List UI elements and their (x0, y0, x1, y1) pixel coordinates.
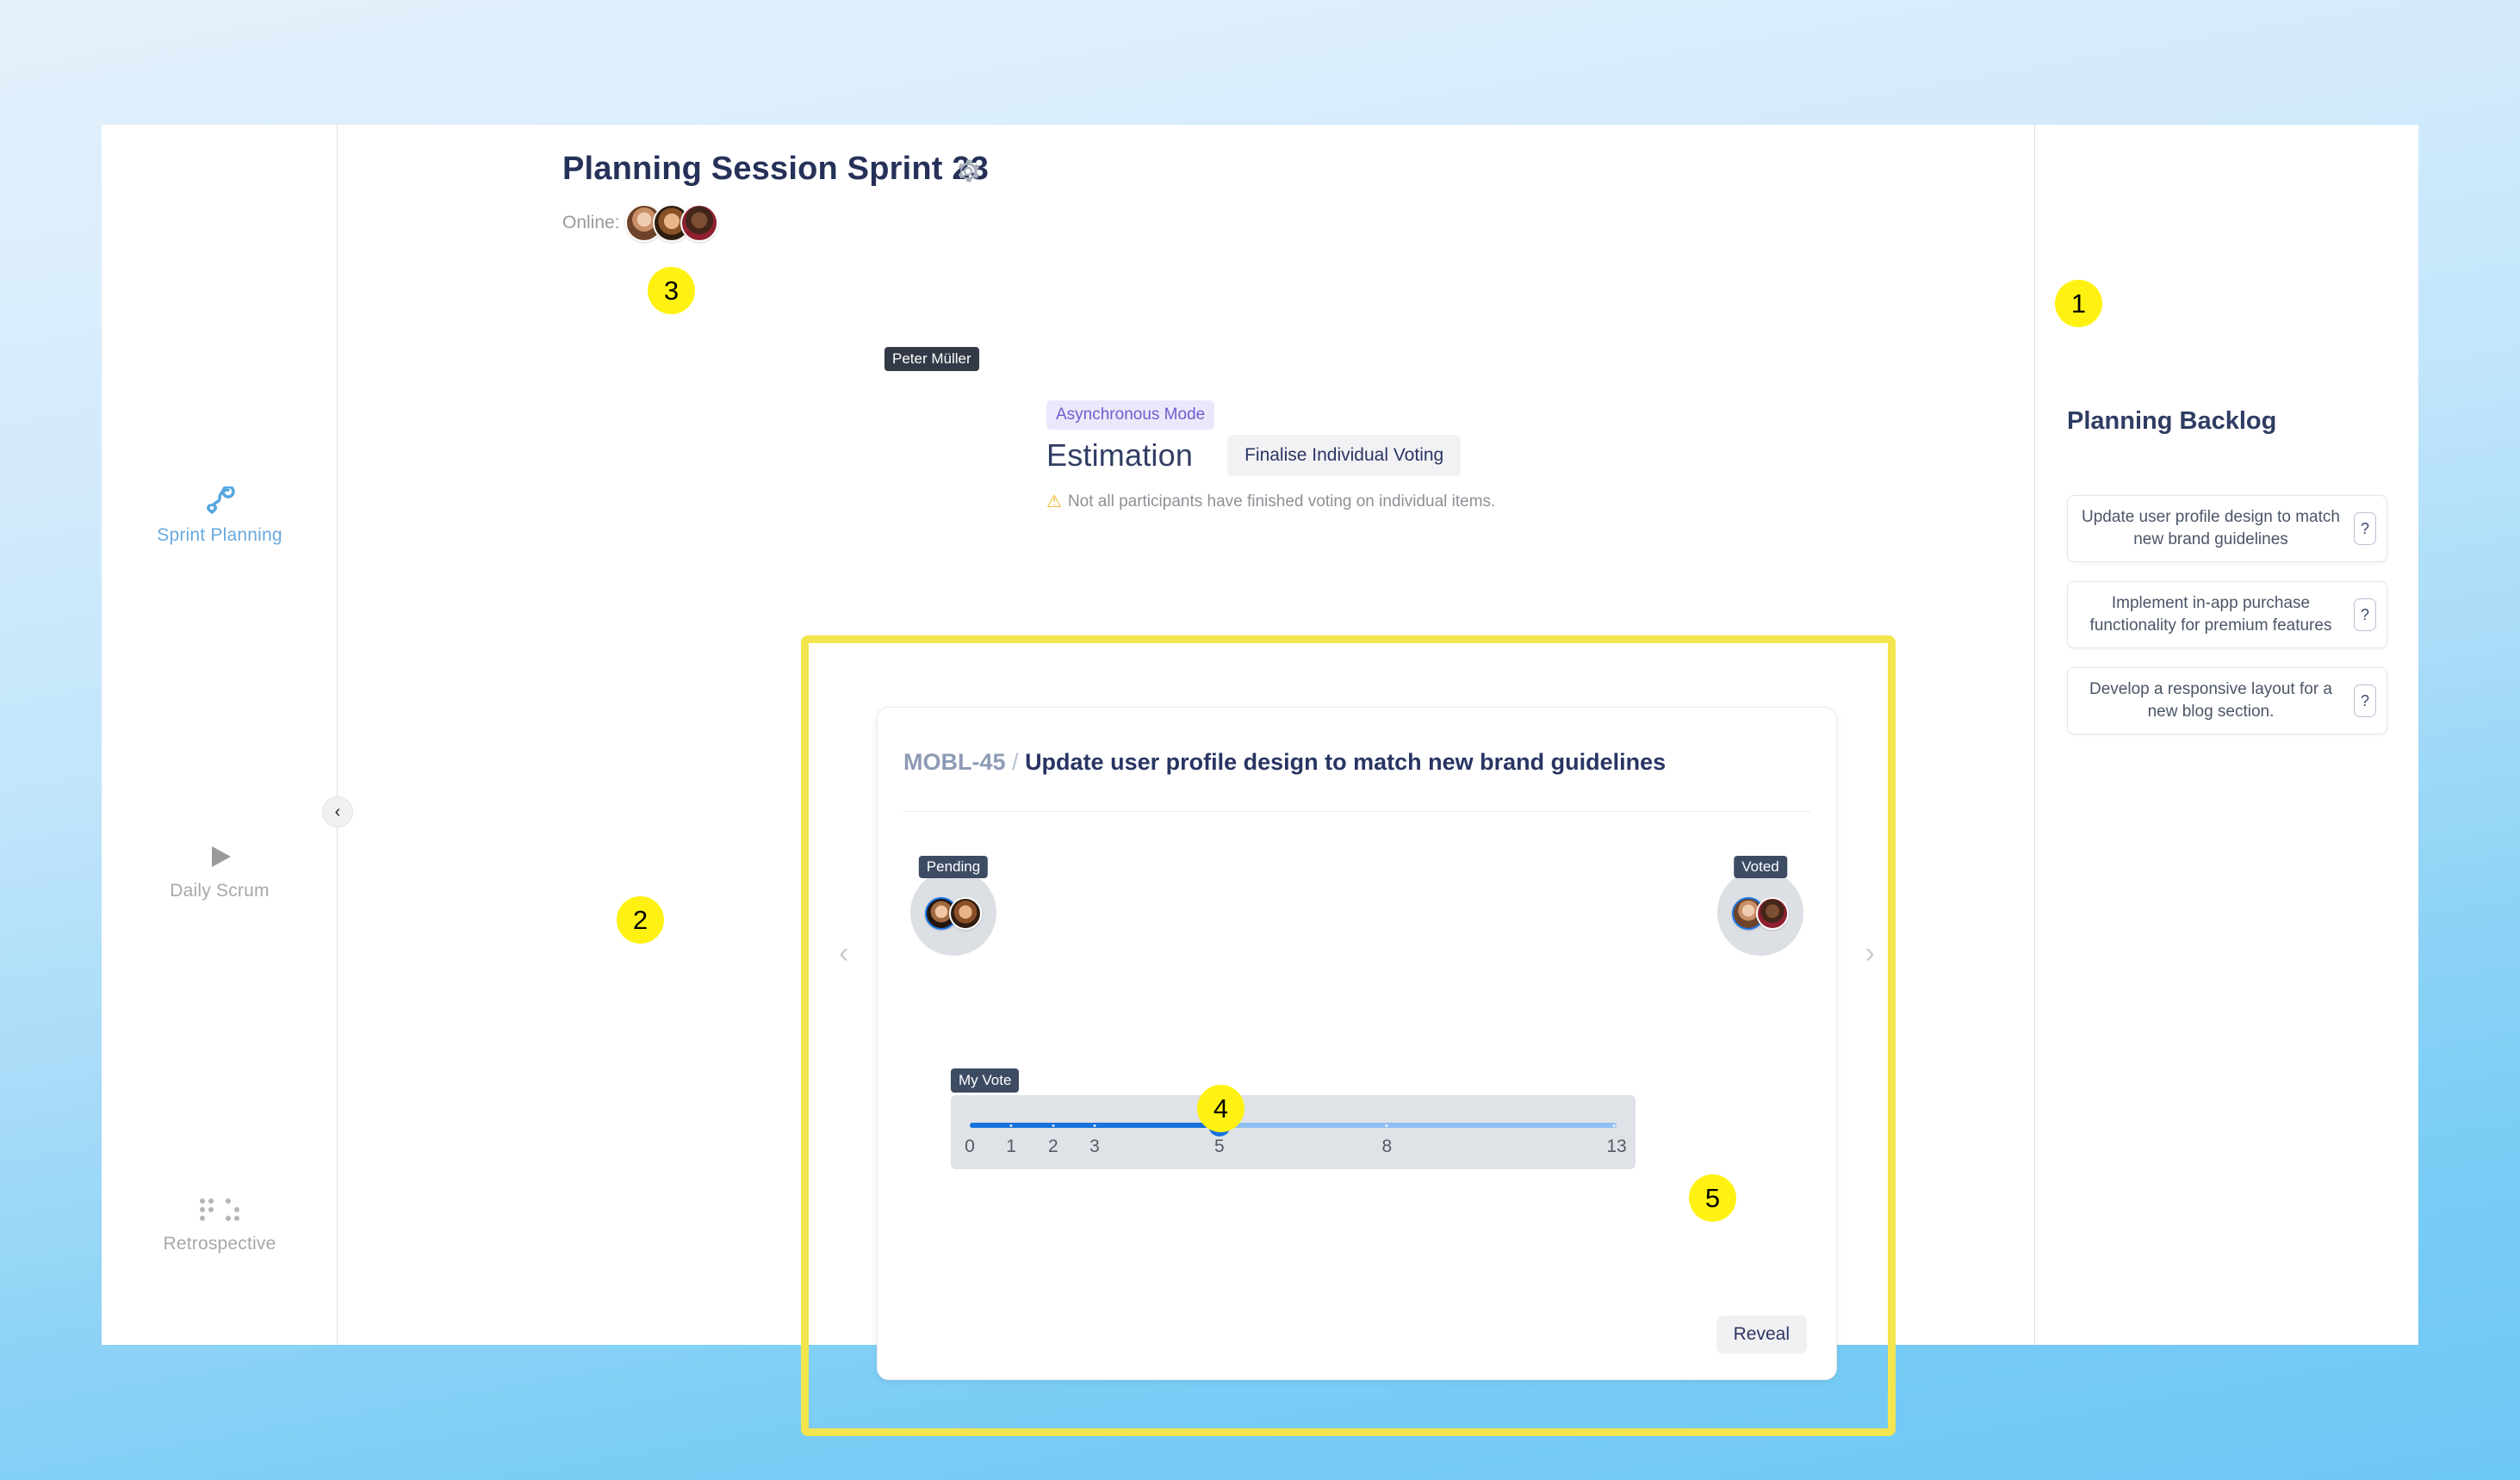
story-title: Update user profile design to match new … (1025, 749, 1666, 775)
vote-groups: Pending Voted (878, 845, 1836, 1043)
backlog-item-text: Develop a responsive layout for a new bl… (2082, 678, 2340, 722)
annotation-badge-4: 4 (1197, 1085, 1244, 1132)
my-vote-tag: My Vote (951, 1068, 1019, 1093)
estimation-header: Estimation Finalise Individual Voting (1046, 435, 1461, 476)
estimation-story-card: MOBL-45 / Update user profile design to … (877, 707, 1837, 1380)
sidebar-item-label: Daily Scrum (170, 881, 269, 901)
voted-avatar-group (1732, 897, 1789, 930)
backlog-item-text: Implement in-app purchase functionality … (2082, 592, 2340, 636)
chevron-left-icon: ‹ (335, 802, 341, 822)
online-avatar-group (625, 204, 718, 242)
avatar[interactable] (1756, 897, 1789, 930)
warning-icon: ⚠ (1046, 491, 1062, 512)
voted-tag: Voted (1734, 856, 1787, 878)
gear-icon[interactable] (954, 158, 982, 189)
avatar-tooltip: Peter Müller (884, 347, 979, 371)
pending-avatar-group (925, 897, 982, 930)
question-mark-badge[interactable]: ? (2354, 684, 2376, 717)
annotation-badge-2: 2 (617, 896, 664, 944)
dots-grid-icon (102, 1191, 338, 1229)
slider-label: 0 (965, 1136, 975, 1157)
sidebar-item-label: Retrospective (164, 1234, 276, 1254)
finalise-individual-voting-button[interactable]: Finalise Individual Voting (1227, 435, 1461, 476)
slider-label: 1 (1006, 1136, 1016, 1157)
avatar[interactable] (680, 204, 718, 242)
story-heading: MOBL-45 / Update user profile design to … (903, 749, 1666, 776)
estimation-title: Estimation (1046, 437, 1193, 474)
voted-voters-bubble[interactable]: Voted (1717, 870, 1803, 956)
backlog-item-text: Update user profile design to match new … (2082, 506, 2340, 550)
online-users-row: Online: (562, 204, 718, 242)
left-sidebar: Sprint Planning Daily Scrum Retrospectiv… (102, 125, 338, 1345)
play-icon (102, 838, 338, 876)
route-icon (102, 482, 338, 520)
slider-label: 13 (1606, 1136, 1626, 1157)
story-separator: / (1012, 749, 1019, 775)
question-mark-badge[interactable]: ? (2354, 512, 2376, 545)
slider-label: 5 (1214, 1136, 1225, 1157)
slider-tick (1010, 1124, 1013, 1127)
next-story-arrow[interactable]: › (1865, 937, 1875, 970)
slider-tick (1093, 1124, 1096, 1127)
backlog-item[interactable]: Update user profile design to match new … (2067, 495, 2387, 562)
backlog-item[interactable]: Implement in-app purchase functionality … (2067, 581, 2387, 648)
vote-slider-panel: My Vote 0 1 2 3 5 8 13 (951, 1095, 1636, 1169)
async-mode-badge: Asynchronous Mode (1046, 400, 1214, 430)
backlog-item[interactable]: Develop a responsive layout for a new bl… (2067, 667, 2387, 734)
page-title: Planning Session Sprint 23 (562, 151, 989, 188)
sidebar-item-sprint-planning[interactable]: Sprint Planning (102, 482, 338, 546)
annotation-badge-3: 3 (648, 267, 695, 314)
question-mark-badge[interactable]: ? (2354, 598, 2376, 631)
sidebar-item-retrospective[interactable]: Retrospective (102, 1191, 338, 1254)
slider-tick (1612, 1124, 1615, 1127)
vote-slider[interactable] (970, 1123, 1617, 1128)
slider-label: 3 (1089, 1136, 1100, 1157)
sidebar-item-label: Sprint Planning (157, 525, 282, 545)
online-label: Online: (562, 213, 620, 233)
sidebar-collapse-button[interactable]: ‹ (322, 796, 353, 827)
card-divider (903, 811, 1810, 812)
pending-tag: Pending (919, 856, 988, 878)
backlog-title: Planning Backlog (2067, 407, 2276, 436)
annotation-badge-1: 1 (2055, 280, 2102, 327)
warning-text: Not all participants have finished votin… (1068, 492, 1495, 511)
reveal-button[interactable]: Reveal (1716, 1316, 1807, 1353)
slider-tick (1052, 1124, 1054, 1127)
slider-scale-labels: 0 1 2 3 5 8 13 (970, 1136, 1617, 1159)
story-key: MOBL-45 (903, 749, 1006, 775)
sidebar-item-daily-scrum[interactable]: Daily Scrum (102, 838, 338, 901)
slider-tick (1386, 1124, 1388, 1127)
voting-warning: ⚠ Not all participants have finished vot… (1046, 491, 1495, 512)
backlog-list: Update user profile design to match new … (2067, 495, 2387, 753)
avatar[interactable] (949, 897, 982, 930)
pending-voters-bubble[interactable]: Pending (910, 870, 996, 956)
slider-label: 2 (1048, 1136, 1058, 1157)
previous-story-arrow[interactable]: ‹ (839, 937, 848, 970)
annotation-badge-5: 5 (1689, 1174, 1736, 1222)
slider-label: 8 (1382, 1136, 1393, 1157)
